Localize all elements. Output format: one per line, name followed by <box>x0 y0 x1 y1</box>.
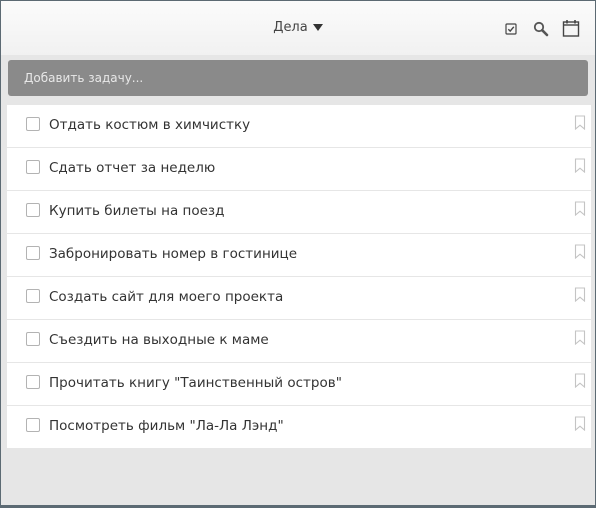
task-row[interactable]: Отдать костюм в химчистку <box>7 105 591 147</box>
task-checkbox[interactable] <box>26 289 40 303</box>
bookmark-icon[interactable] <box>574 416 586 432</box>
bookmark-icon[interactable] <box>574 115 586 131</box>
task-row[interactable]: Создать сайт для моего проекта <box>7 277 591 319</box>
task-row[interactable]: Прочитать книгу "Таинственный остров" <box>7 363 591 405</box>
task-row[interactable]: Сдать отчет за неделю <box>7 148 591 190</box>
task-list: Отдать костюм в химчистку Сдать отчет за… <box>7 105 591 449</box>
task-checkbox[interactable] <box>26 160 40 174</box>
search-icon[interactable] <box>531 19 551 39</box>
bookmark-icon[interactable] <box>574 287 586 303</box>
task-row[interactable]: Съездить на выходные к маме <box>7 320 591 362</box>
task-row[interactable]: Купить билеты на поезд <box>7 191 591 233</box>
task-label: Создать сайт для моего проекта <box>49 289 284 305</box>
add-task-input[interactable] <box>8 60 588 96</box>
task-label: Съездить на выходные к маме <box>49 332 269 348</box>
bookmark-icon[interactable] <box>574 158 586 174</box>
task-label: Купить билеты на поезд <box>49 203 225 219</box>
task-checkbox[interactable] <box>26 418 40 432</box>
bookmark-icon[interactable] <box>574 201 586 217</box>
checkbox-icon[interactable] <box>501 19 521 39</box>
task-checkbox[interactable] <box>26 203 40 217</box>
chevron-down-icon <box>312 24 323 31</box>
task-label: Посмотреть фильм "Ла-Ла Лэнд" <box>49 418 284 434</box>
task-checkbox[interactable] <box>26 375 40 389</box>
task-checkbox[interactable] <box>26 246 40 260</box>
task-checkbox[interactable] <box>26 117 40 131</box>
task-label: Забронировать номер в гостинице <box>49 246 298 262</box>
bookmark-icon[interactable] <box>574 373 586 389</box>
app-window: Дела Отдать к <box>0 0 596 508</box>
bookmark-icon[interactable] <box>574 330 586 346</box>
task-checkbox[interactable] <box>26 332 40 346</box>
task-label: Прочитать книгу "Таинственный остров" <box>49 375 342 391</box>
task-label: Сдать отчет за неделю <box>49 160 216 176</box>
task-row[interactable]: Посмотреть фильм "Ла-Ла Лэнд" <box>7 406 591 448</box>
bookmark-icon[interactable] <box>574 244 586 260</box>
task-row[interactable]: Забронировать номер в гостинице <box>7 234 591 276</box>
task-label: Отдать костюм в химчистку <box>49 117 251 133</box>
calendar-icon[interactable] <box>561 18 581 38</box>
list-title: Дела <box>273 20 308 35</box>
add-task-bar <box>8 60 588 96</box>
header-bar: Дела <box>1 1 595 55</box>
